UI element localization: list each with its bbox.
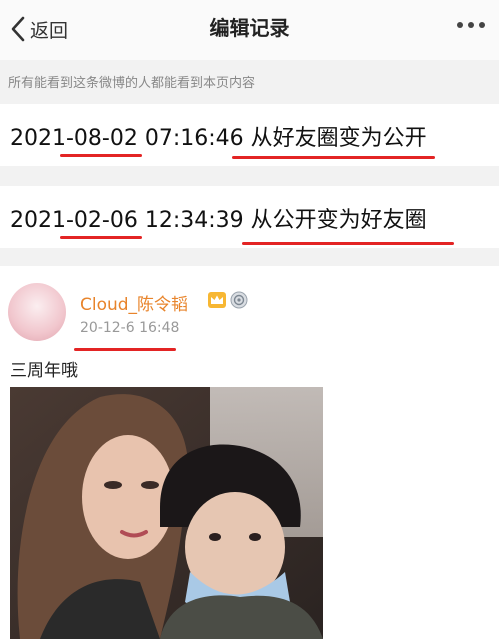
edit-record-row: 2021-02-06 12:34:39 从公开变为好友圈	[0, 186, 499, 248]
medal-icon	[230, 291, 248, 309]
record-timestamp: 2021-02-06 12:34:39	[10, 208, 244, 233]
post-username[interactable]: Cloud_陈令韬	[80, 290, 188, 315]
red-underline-mark	[242, 242, 454, 245]
edit-record-row: 2021-08-02 07:16:46 从好友圈变为公开	[0, 104, 499, 166]
record-timestamp: 2021-08-02 07:16:46	[10, 126, 244, 151]
visibility-notice: 所有能看到这条微博的人都能看到本页内容	[8, 76, 256, 91]
dot-icon	[468, 22, 474, 28]
top-nav-bar: 返回 编辑记录	[0, 0, 499, 60]
crown-icon	[208, 292, 226, 308]
couple-selfie-image	[10, 387, 323, 639]
record-change: 从公开变为好友圈	[250, 208, 427, 233]
edit-record-text: 2021-08-02 07:16:46 从好友圈变为公开	[10, 120, 427, 152]
red-underline-mark	[232, 156, 435, 159]
post-text: 三周年哦	[10, 361, 78, 381]
record-change: 从好友圈变为公开	[250, 126, 427, 151]
page-title: 编辑记录	[209, 16, 290, 40]
dot-icon	[457, 22, 463, 28]
dot-icon	[479, 22, 485, 28]
red-underline-mark	[60, 154, 142, 157]
avatar[interactable]	[8, 283, 66, 341]
red-underline-mark	[74, 348, 176, 351]
post-photo[interactable]	[10, 387, 323, 639]
more-options-button[interactable]	[457, 22, 485, 28]
red-underline-mark	[60, 236, 142, 239]
edit-record-text: 2021-02-06 12:34:39 从公开变为好友圈	[10, 202, 427, 234]
post-timestamp: 20-12-6 16:48	[80, 320, 180, 336]
